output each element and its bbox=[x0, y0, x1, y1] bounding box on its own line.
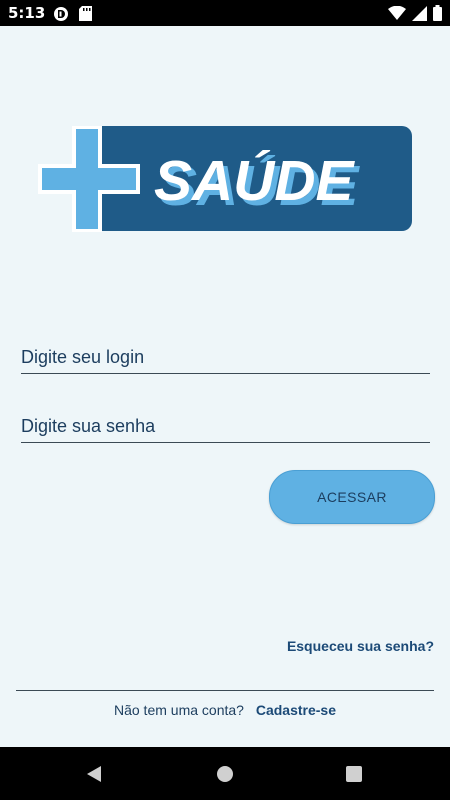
sign-up-link[interactable]: Cadastre-se bbox=[256, 702, 336, 718]
forgot-password-link[interactable]: Esqueceu sua senha? bbox=[287, 638, 434, 654]
saude-logo: SAÚDE SAÚDE bbox=[38, 126, 414, 234]
password-field[interactable] bbox=[21, 412, 430, 443]
logo-text: SAÚDE bbox=[154, 149, 356, 213]
access-button[interactable]: ACESSAR bbox=[269, 470, 435, 524]
status-time: 5:13 bbox=[8, 4, 46, 22]
notification-icon bbox=[53, 6, 69, 27]
status-bar: 5:13 bbox=[0, 0, 450, 26]
login-input[interactable] bbox=[21, 343, 430, 371]
signup-row: Não tem uma conta? Cadastre-se bbox=[0, 702, 450, 718]
login-field[interactable] bbox=[21, 343, 430, 374]
sd-card-icon bbox=[79, 6, 92, 27]
divider bbox=[16, 690, 434, 691]
no-account-text: Não tem uma conta? bbox=[113, 702, 244, 718]
password-input[interactable] bbox=[21, 412, 430, 440]
battery-icon bbox=[433, 5, 442, 26]
back-icon[interactable] bbox=[84, 763, 106, 785]
navigation-bar bbox=[0, 747, 450, 800]
signal-icon bbox=[412, 5, 427, 26]
access-button-label: ACESSAR bbox=[317, 489, 387, 505]
recents-icon[interactable] bbox=[343, 763, 365, 785]
home-icon[interactable] bbox=[214, 763, 236, 785]
wifi-icon bbox=[388, 5, 406, 25]
